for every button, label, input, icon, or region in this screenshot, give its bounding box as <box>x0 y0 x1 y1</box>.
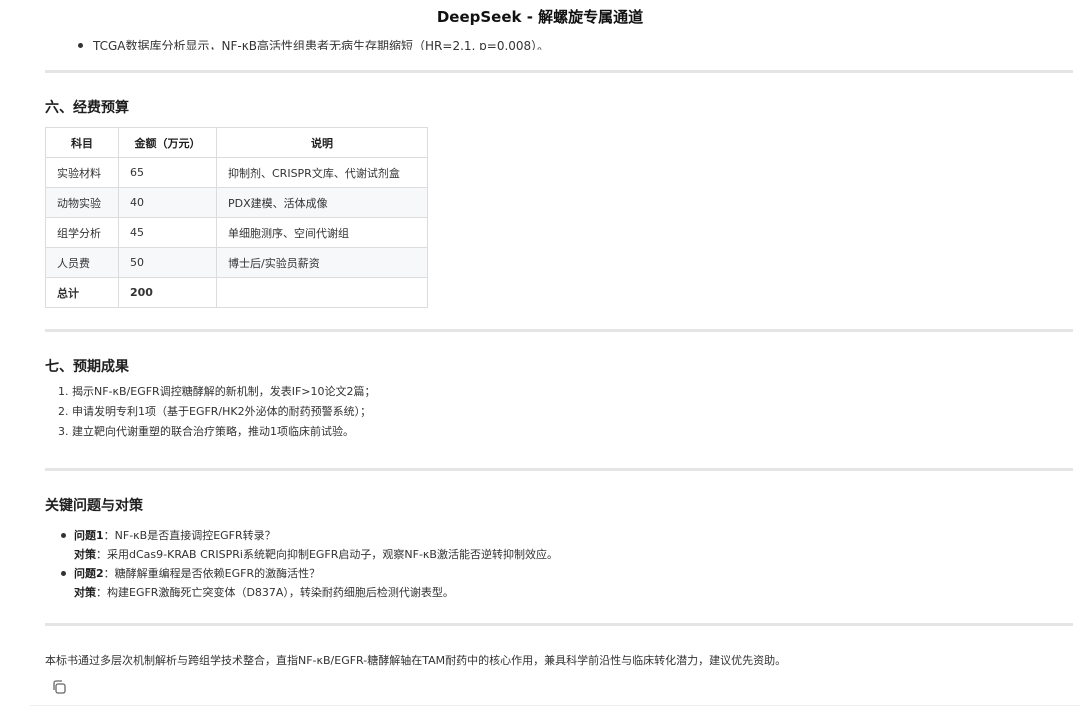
budget-heading: 六、经费预算 <box>45 100 129 116</box>
column-header: 科目 <box>45 127 119 158</box>
table-cell: 实验材料 <box>45 157 119 188</box>
results-heading: 七、预期成果 <box>45 359 129 375</box>
budget-table: 科目 金额（万元） 说明 实验材料 65 抑制剂、CRISPR文库、代谢试剂盒 … <box>45 127 428 308</box>
answer-text: ：构建EGFR激酶死亡突变体（D837A），转染耐药细胞后检测代谢表型。 <box>96 586 454 599</box>
truncated-list-item: TCGA数据库分析显示，NF-κB高活性组患者无病生存期缩短（HR=2.1, p… <box>62 36 549 50</box>
answer-text: ：采用dCas9-KRAB CRISPRi系统靶向抑制EGFR启动子，观察NF-… <box>96 548 558 561</box>
copy-icon <box>53 680 66 694</box>
table-row: 实验材料 65 抑制剂、CRISPR文库、代谢试剂盒 <box>45 157 428 188</box>
app-title: DeepSeek - 解螺旋专属通道 <box>436 8 644 26</box>
divider <box>30 705 1080 706</box>
list-item: 问题2：糖酵解重编程是否依赖EGFR的激酶活性？ 对策：构建EGFR激酶死亡突变… <box>58 564 558 602</box>
divider <box>45 623 1073 626</box>
qa-heading: 关键问题与对策 <box>45 498 143 514</box>
bullet <box>61 533 66 538</box>
list-item: 3. 建立靶向代谢重塑的联合治疗策略，推动1项临床前试验。 <box>58 425 354 438</box>
table-cell: 人员费 <box>45 247 119 278</box>
question-text: ：糖酵解重编程是否依赖EGFR的激酶活性？ <box>103 567 321 580</box>
qa-list: 问题1：NF-κB是否直接调控EGFR转录？ 对策：采用dCas9-KRAB C… <box>58 526 558 602</box>
list-item: 2. 申请发明专利1项（基于EGFR/HK2外泌体的耐药预警系统）； <box>58 405 372 418</box>
divider <box>45 329 1073 332</box>
results-list: 1. 揭示NF-κB/EGFR调控糖酵解的新机制，发表IF>10论文2篇； 2.… <box>58 382 375 442</box>
table-row: 动物实验 40 PDX建模、活体成像 <box>45 187 428 218</box>
column-header: 说明 <box>216 127 428 158</box>
copy-button[interactable] <box>50 678 68 696</box>
table-cell: 博士后/实验员薪资 <box>216 247 428 278</box>
table-cell: 动物实验 <box>45 187 119 218</box>
table-cell: PDX建模、活体成像 <box>216 187 428 218</box>
table-cell: 40 <box>118 187 217 218</box>
list-item: 问题1：NF-κB是否直接调控EGFR转录？ 对策：采用dCas9-KRAB C… <box>58 526 558 564</box>
question-label: 问题1 <box>74 529 104 542</box>
table-cell: 200 <box>118 277 217 308</box>
divider <box>45 468 1073 471</box>
table-row-total: 总计 200 <box>45 277 428 308</box>
table-cell: 单细胞测序、空间代谢组 <box>216 217 428 248</box>
list-item: 1. 揭示NF-κB/EGFR调控糖酵解的新机制，发表IF>10论文2篇； <box>58 385 376 398</box>
question-label: 问题2 <box>74 567 104 580</box>
table-row: 组学分析 45 单细胞测序、空间代谢组 <box>45 217 428 248</box>
bullet <box>78 43 83 48</box>
table-row: 人员费 50 博士后/实验员薪资 <box>45 247 428 278</box>
table-cell: 抑制剂、CRISPR文库、代谢试剂盒 <box>216 157 428 188</box>
table-cell: 65 <box>118 157 217 188</box>
table-cell: 45 <box>118 217 217 248</box>
table-cell: 50 <box>118 247 217 278</box>
divider <box>45 70 1073 73</box>
question-text: ：NF-κB是否直接调控EGFR转录？ <box>103 529 276 542</box>
column-header: 金额（万元） <box>118 127 217 158</box>
table-cell: 总计 <box>45 277 119 308</box>
table-cell <box>216 277 428 308</box>
summary-paragraph: 本标书通过多层次机制解析与跨组学技术整合，直指NF-κB/EGFR-糖酵解轴在T… <box>45 654 787 667</box>
table-cell: 组学分析 <box>45 217 119 248</box>
bullet <box>61 571 66 576</box>
answer-label: 对策 <box>74 586 96 599</box>
table-header-row: 科目 金额（万元） 说明 <box>45 127 428 158</box>
answer-label: 对策 <box>74 548 96 561</box>
